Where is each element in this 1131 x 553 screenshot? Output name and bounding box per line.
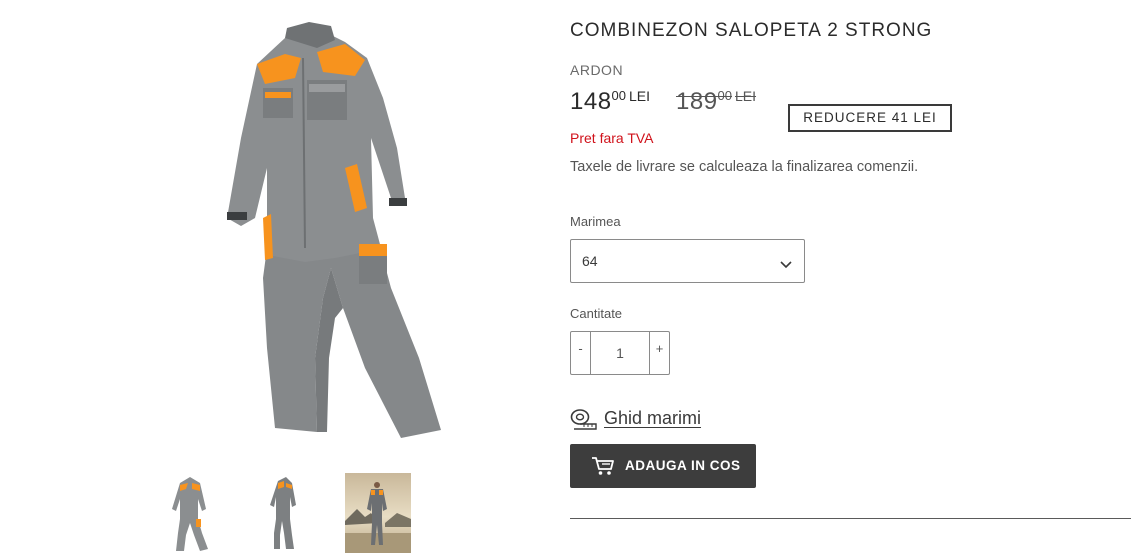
divider [570, 518, 1131, 519]
price-row: 14800 LEI 18900 LEI REDUCERE 41 LEI [570, 88, 1110, 132]
compare-price-main: 189 [676, 88, 718, 115]
discount-badge: REDUCERE 41 LEI [788, 104, 952, 132]
size-guide-label: Ghid marimi [604, 408, 702, 428]
add-to-cart-button[interactable]: ADAUGA IN COS [570, 444, 756, 488]
size-label: Marimea [570, 214, 621, 229]
compare-price-currency: LEI [735, 88, 757, 104]
product-title: COMBINEZON SALOPETA 2 STRONG [570, 20, 933, 41]
quantity-stepper: - + [570, 331, 670, 375]
sale-price-currency: LEI [629, 88, 651, 104]
quantity-increase-button[interactable]: + [649, 332, 669, 374]
shipping-note: Taxele de livrare se calculeaza la final… [570, 159, 919, 175]
tape-measure-icon [570, 408, 598, 435]
thumbnail-front[interactable] [158, 473, 224, 553]
compare-price: 18900 LEI [676, 88, 756, 116]
sale-price-cents: 00 [611, 88, 627, 103]
product-page: COMBINEZON SALOPETA 2 STRONG ARDON 14800… [0, 0, 1131, 553]
add-to-cart-label: ADAUGA IN COS [625, 458, 741, 473]
thumbnail-side[interactable] [252, 473, 318, 553]
quantity-input[interactable] [591, 332, 649, 374]
cart-icon [591, 456, 615, 481]
chevron-down-icon [780, 256, 792, 274]
main-product-image[interactable] [205, 18, 465, 448]
thumbnail-model[interactable] [345, 473, 411, 553]
quantity-label: Cantitate [570, 306, 623, 321]
size-select[interactable]: 64 [570, 239, 805, 283]
thumbnail-strip [0, 473, 560, 553]
compare-price-cents: 00 [717, 88, 733, 103]
product-vendor: ARDON [570, 62, 624, 78]
vat-note: Pret fara TVA [570, 130, 654, 146]
quantity-decrease-button[interactable]: - [571, 332, 591, 374]
size-select-value: 64 [582, 253, 598, 269]
sale-price-main: 148 [570, 88, 612, 115]
sale-price: 14800 LEI [570, 88, 650, 116]
